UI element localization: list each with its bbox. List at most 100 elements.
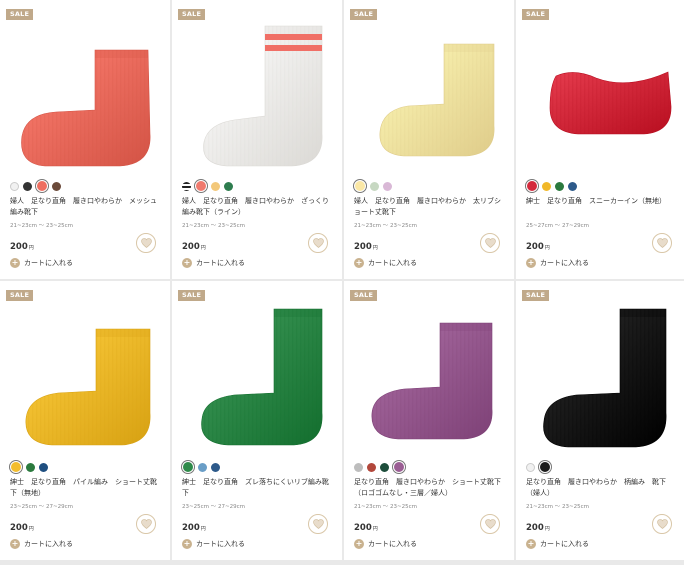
color-swatch[interactable]	[380, 462, 389, 472]
heart-icon	[484, 519, 496, 529]
color-swatch[interactable]	[354, 462, 363, 472]
color-swatch[interactable]	[10, 181, 19, 191]
product-card[interactable]: SALE 紳士 足なり直角 パイル編み ショート丈靴下（無地） 23~25cm 〜…	[0, 281, 170, 560]
color-swatch[interactable]	[182, 461, 194, 473]
color-swatch[interactable]	[26, 462, 35, 472]
color-swatch[interactable]	[182, 181, 191, 191]
favorite-heart-button[interactable]	[308, 514, 328, 534]
favorite-heart-button[interactable]	[136, 514, 156, 534]
coral-mesh-ankle-sock-icon[interactable]	[0, 14, 170, 169]
product-title[interactable]: 足なり直角 履き口やわらか ショート丈靴下（ロゴゴムなし・三層／婦人）	[354, 477, 504, 499]
color-swatch[interactable]	[542, 181, 551, 191]
price-value: 200	[10, 523, 28, 533]
add-to-cart-button[interactable]: + カートに入れる	[182, 258, 245, 268]
product-size: 21~23cm 〜 23~25cm	[354, 223, 417, 229]
favorite-heart-button[interactable]	[480, 233, 500, 253]
product-price: 200円	[354, 523, 378, 533]
product-title[interactable]: 婦人 足なり直角 履き口やわらか 太リブショート丈靴下	[354, 196, 504, 218]
product-title[interactable]: 足なり直角 履き口やわらか 柄編み 靴下（婦人）	[526, 477, 676, 499]
color-swatch[interactable]	[211, 462, 220, 472]
color-swatches	[354, 461, 405, 473]
add-to-cart-button[interactable]: + カートに入れる	[526, 258, 589, 268]
product-price: 200円	[526, 523, 550, 533]
mustard-pile-short-sock-icon[interactable]	[0, 295, 170, 450]
green-rib-crew-sock-icon[interactable]	[172, 295, 342, 450]
heart-icon	[312, 238, 324, 248]
product-size: 21~23cm 〜 23~25cm	[354, 504, 417, 510]
purple-short-sock-icon[interactable]	[344, 295, 514, 450]
price-value: 200	[526, 523, 544, 533]
product-title[interactable]: 婦人 足なり直角 履き口やわらか メッシュ編み靴下	[10, 196, 160, 218]
add-to-cart-button[interactable]: + カートに入れる	[526, 539, 589, 549]
product-size: 23~25cm 〜 27~29cm	[182, 504, 245, 510]
product-card[interactable]: SALE 紳士 足なり直角 スニーカーイン（無地） 25~27cm 〜 27~29…	[516, 0, 684, 279]
product-price: 200円	[10, 242, 34, 252]
color-swatches	[10, 461, 48, 473]
color-swatch[interactable]	[211, 181, 220, 191]
add-to-cart-button[interactable]: + カートに入れる	[182, 539, 245, 549]
color-swatch[interactable]	[52, 181, 61, 191]
favorite-heart-button[interactable]	[652, 514, 672, 534]
color-swatch[interactable]	[370, 181, 379, 191]
product-card[interactable]: SALE 足なり直角 履き口やわらか ショート丈靴下（ロゴゴムなし・三層／婦人）…	[344, 281, 514, 560]
product-title[interactable]: 婦人 足なり直角 履き口やわらか ざっくり編み靴下（ライン）	[182, 196, 332, 218]
product-price: 200円	[182, 242, 206, 252]
plus-icon: +	[354, 258, 364, 268]
color-swatch[interactable]	[23, 181, 32, 191]
product-title[interactable]: 紳士 足なり直角 ズレ落ちにくいリブ編み靴下	[182, 477, 332, 499]
product-card[interactable]: SALE 婦人 足なり直角 履き口やわらか ざっくり編み靴下（ライン） 21~23…	[172, 0, 342, 279]
plus-icon: +	[526, 258, 536, 268]
favorite-heart-button[interactable]	[308, 233, 328, 253]
add-to-cart-button[interactable]: + カートに入れる	[10, 539, 73, 549]
color-swatch[interactable]	[568, 181, 577, 191]
price-currency: 円	[544, 526, 550, 532]
product-size: 25~27cm 〜 27~29cm	[526, 223, 589, 229]
product-title[interactable]: 紳士 足なり直角 スニーカーイン（無地）	[526, 196, 676, 207]
product-card[interactable]: SALE 婦人 足なり直角 履き口やわらか 太リブショート丈靴下 21~23cm …	[344, 0, 514, 279]
favorite-heart-button[interactable]	[480, 514, 500, 534]
color-swatch[interactable]	[526, 180, 538, 192]
color-swatch[interactable]	[354, 180, 366, 192]
color-swatch[interactable]	[555, 181, 564, 191]
white-striped-crew-sock-icon[interactable]	[172, 14, 342, 169]
heart-icon	[312, 519, 324, 529]
color-swatch[interactable]	[39, 462, 48, 472]
favorite-heart-button[interactable]	[136, 233, 156, 253]
color-swatch[interactable]	[367, 462, 376, 472]
color-swatches	[10, 180, 61, 192]
add-to-cart-button[interactable]: + カートに入れる	[354, 258, 417, 268]
add-to-cart-button[interactable]: + カートに入れる	[354, 539, 417, 549]
yellow-rib-short-sock-icon[interactable]	[344, 14, 514, 169]
product-price: 200円	[526, 242, 550, 252]
plus-icon: +	[10, 258, 20, 268]
color-swatches	[182, 461, 220, 473]
red-sneaker-liner-sock-icon[interactable]	[516, 14, 684, 169]
product-card[interactable]: SALE 婦人 足なり直角 履き口やわらか メッシュ編み靴下 21~23cm 〜 …	[0, 0, 170, 279]
color-swatch[interactable]	[10, 461, 22, 473]
product-size: 21~23cm 〜 23~25cm	[10, 223, 73, 229]
color-swatch[interactable]	[195, 180, 207, 192]
color-swatch[interactable]	[36, 180, 48, 192]
product-card[interactable]: SALE 紳士 足なり直角 ズレ落ちにくいリブ編み靴下 23~25cm 〜 27~…	[172, 281, 342, 560]
add-to-cart-button[interactable]: + カートに入れる	[10, 258, 73, 268]
color-swatch[interactable]	[224, 181, 233, 191]
product-title[interactable]: 紳士 足なり直角 パイル編み ショート丈靴下（無地）	[10, 477, 160, 499]
color-swatches	[526, 180, 577, 192]
color-swatch[interactable]	[526, 462, 535, 472]
color-swatch[interactable]	[393, 461, 405, 473]
price-value: 200	[354, 523, 372, 533]
plus-icon: +	[354, 539, 364, 549]
product-card[interactable]: SALE 足なり直角 履き口やわらか 柄編み 靴下（婦人） 21~23cm 〜 2…	[516, 281, 684, 560]
color-swatch[interactable]	[539, 461, 551, 473]
favorite-heart-button[interactable]	[652, 233, 672, 253]
price-currency: 円	[372, 526, 378, 532]
color-swatch[interactable]	[383, 181, 392, 191]
plus-icon: +	[10, 539, 20, 549]
product-size: 21~23cm 〜 23~25cm	[526, 504, 589, 510]
add-to-cart-label: カートに入れる	[368, 540, 417, 548]
add-to-cart-label: カートに入れる	[540, 540, 589, 548]
heart-icon	[484, 238, 496, 248]
black-crew-sock-icon[interactable]	[516, 295, 684, 450]
color-swatch[interactable]	[198, 462, 207, 472]
plus-icon: +	[182, 539, 192, 549]
